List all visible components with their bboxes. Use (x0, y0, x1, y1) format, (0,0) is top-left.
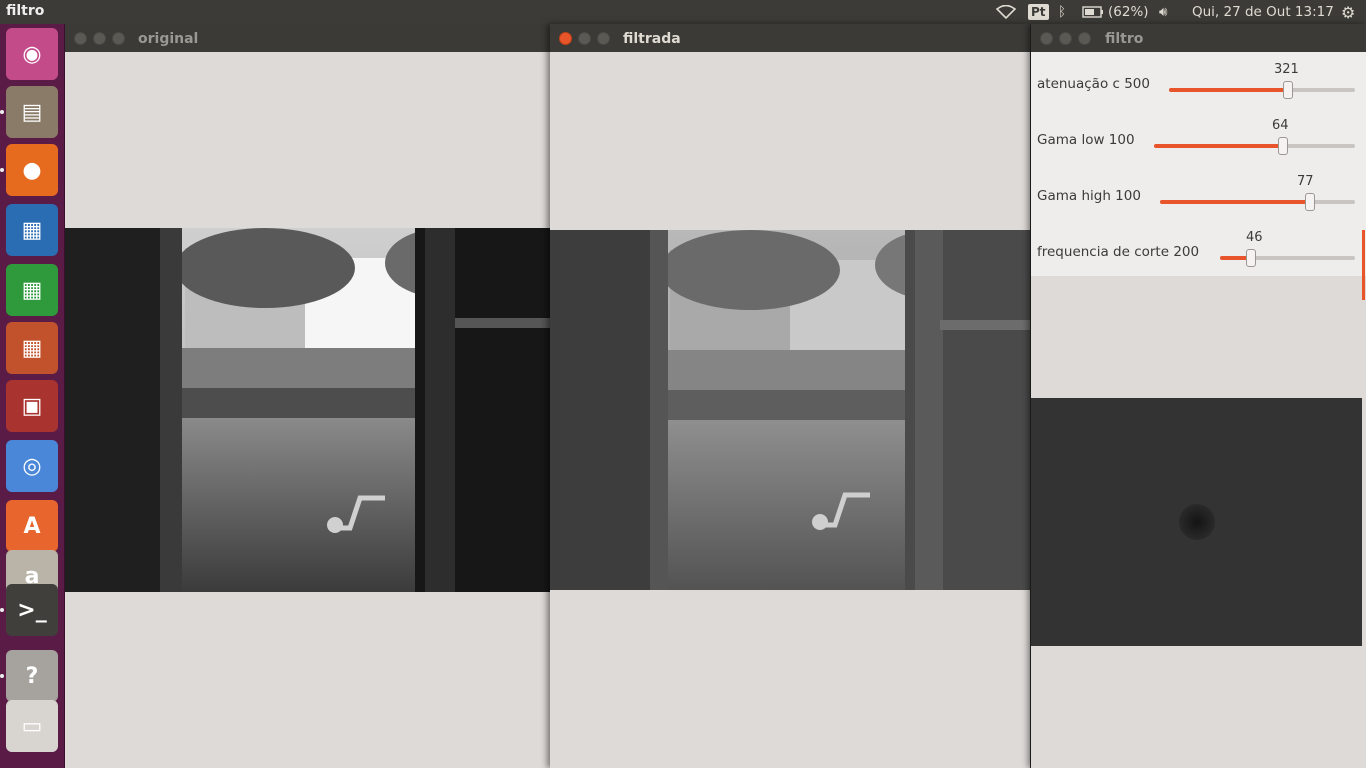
running-indicator (0, 110, 4, 114)
scrollbar[interactable] (1362, 230, 1365, 300)
chrome-icon[interactable]: ◎ (6, 440, 58, 492)
filter-center-spot (1179, 504, 1215, 540)
slider-fill (1160, 200, 1311, 204)
slider-handle[interactable] (1305, 193, 1316, 211)
slider-fill (1154, 144, 1283, 148)
slider-fill (1169, 88, 1289, 92)
slider-handle[interactable] (1283, 81, 1294, 99)
impress-icon[interactable]: ▦ (6, 322, 58, 374)
battery-icon (1082, 6, 1103, 18)
close-button[interactable] (559, 32, 572, 45)
window-title: filtrada (623, 31, 681, 47)
terminal-icon[interactable]: >_ (6, 584, 58, 636)
wifi-icon[interactable] (996, 0, 1016, 24)
trackbar-label: atenuação c 500 (1037, 76, 1150, 92)
writer-icon[interactable]: ▦ (6, 204, 58, 256)
window-filtrada: filtrada (550, 24, 1030, 768)
minimize-button[interactable] (1059, 32, 1072, 45)
trackbar-value: 46 (1246, 230, 1263, 245)
workspaces-icon[interactable]: ▭ (6, 700, 58, 752)
minimize-button[interactable] (93, 32, 106, 45)
files-icon[interactable]: ▤ (6, 86, 58, 138)
slider-atenuacao[interactable] (1169, 81, 1355, 99)
battery-indicator[interactable]: (62%) (1082, 0, 1149, 24)
maximize-button[interactable] (1078, 32, 1091, 45)
trackbar-label: Gama low 100 (1037, 132, 1135, 148)
trackbar-gama-high: Gama high 100 77 (1031, 164, 1361, 220)
app-store-icon[interactable]: A (6, 500, 58, 552)
close-button[interactable] (74, 32, 87, 45)
window-original: original (65, 24, 550, 768)
slider-gama-high[interactable] (1160, 193, 1355, 211)
trackbar-value: 321 (1274, 62, 1299, 77)
slider-gama-low[interactable] (1154, 137, 1355, 155)
original-image (65, 228, 550, 592)
trackbar-atenuacao: atenuação c 500 321 (1031, 52, 1361, 108)
maximize-button[interactable] (597, 32, 610, 45)
window-title: original (138, 31, 199, 47)
window-title: filtro (1105, 31, 1144, 47)
gear-icon[interactable]: ⚙ (1341, 0, 1355, 24)
titlebar-filtrada[interactable]: filtrada (550, 24, 1030, 52)
app-title: filtro (6, 3, 45, 19)
maximize-button[interactable] (112, 32, 125, 45)
close-button[interactable] (1040, 32, 1053, 45)
calc-icon[interactable]: ▦ (6, 264, 58, 316)
help-icon[interactable]: ? (6, 650, 58, 702)
filter-image (1031, 398, 1362, 646)
slider-handle[interactable] (1277, 137, 1288, 155)
volume-icon[interactable]: 🔊︎ (1159, 0, 1168, 24)
bluetooth-icon[interactable]: ᛒ (1058, 0, 1066, 24)
filtered-image (550, 230, 1030, 590)
trackbar-label: Gama high 100 (1037, 188, 1141, 204)
trackbar-value: 77 (1297, 174, 1314, 189)
window-filtro: filtro atenuação c 500 321 Gama low 100 … (1031, 24, 1366, 768)
titlebar-filtro[interactable]: filtro (1031, 24, 1366, 52)
firefox-icon[interactable]: ● (6, 144, 58, 196)
trackbar-gama-low: Gama low 100 64 (1031, 108, 1361, 164)
titlebar-original[interactable]: original (65, 24, 550, 52)
running-indicator (0, 168, 4, 172)
slider-handle[interactable] (1246, 249, 1257, 267)
running-indicator (0, 608, 4, 612)
trackbar-frequencia: frequencia de corte 200 46 (1031, 220, 1361, 276)
ubuntu-dash-icon[interactable]: ◉ (6, 28, 58, 80)
slider-frequencia[interactable] (1220, 249, 1355, 267)
trackbar-value: 64 (1272, 118, 1289, 133)
minimize-button[interactable] (578, 32, 591, 45)
battery-percent: (62%) (1108, 4, 1149, 20)
clock[interactable]: Qui, 27 de Out 13:17 (1192, 0, 1334, 24)
top-panel: filtro Pt ᛒ (62%) 🔊︎ Qui, 27 de Out 13:1… (0, 0, 1366, 24)
keyboard-layout-indicator[interactable]: Pt (1028, 4, 1049, 20)
running-indicator (0, 674, 4, 678)
launcher: ◉ ▤ ● ▦ ▦ ▦ ▣ ◎ Aa >_? ▭ (0, 24, 65, 768)
trackbar-panel: atenuação c 500 321 Gama low 100 64 Gama… (1031, 52, 1366, 276)
trackbar-label: frequencia de corte 200 (1037, 244, 1200, 260)
software-icon[interactable]: ▣ (6, 380, 58, 432)
